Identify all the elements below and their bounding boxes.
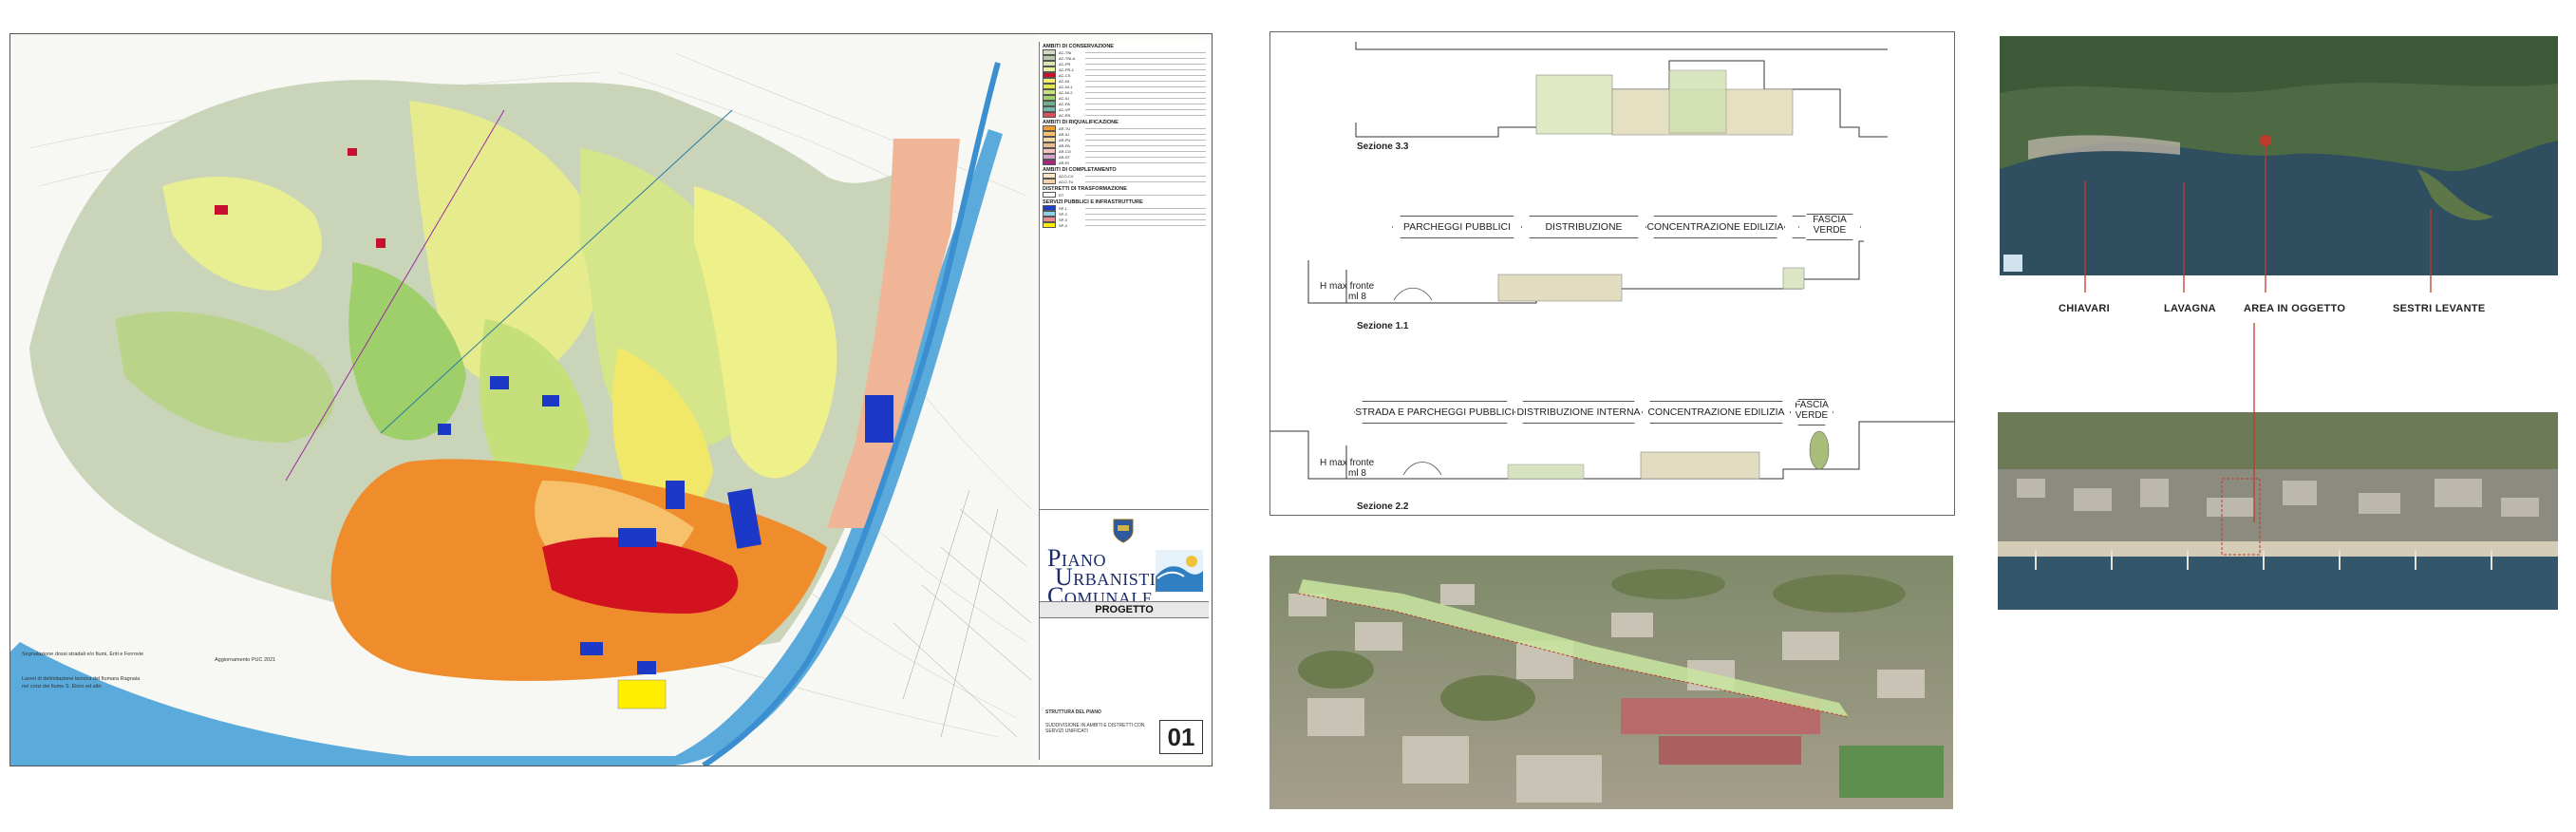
legend-description-line [1085, 85, 1206, 87]
legend-code: AR-ST [1059, 154, 1070, 160]
legend-code: AC-RS [1059, 112, 1071, 118]
legend-code: AR-IU [1059, 131, 1069, 137]
tag-fascia-verde-2: FASCIA VERDE [1790, 399, 1833, 425]
map-note-update: Aggiornamento PUC 2021 [215, 657, 276, 663]
legend-code: AC-NI-1 [1059, 84, 1073, 89]
legend-description-line [1085, 175, 1206, 177]
legend-description-line [1085, 194, 1206, 196]
map-note-2: Lavori di delimitazione tecnica del fium… [22, 676, 141, 682]
legend-description-line [1085, 63, 1206, 65]
legend-item: AC-RS [1043, 112, 1206, 118]
legend-code: AC-TNI [1059, 49, 1072, 55]
zoning-map [10, 34, 1039, 766]
place-chiavari: CHIAVARI [2059, 303, 2110, 314]
legend-description-line [1085, 180, 1206, 182]
legend-code: AC-CS [1059, 72, 1071, 78]
legend-code: AC-PR [1059, 61, 1071, 66]
title-block: PIANO URBANISTICO COMUNALE PROGETTO STRU… [1039, 509, 1209, 760]
legend-code: AC-VP [1059, 106, 1071, 112]
legend-description-line [1085, 133, 1206, 135]
place-lavagna: LAVAGNA [2164, 303, 2216, 314]
aerial-photo [1269, 556, 1953, 809]
legend-description-line [1085, 80, 1206, 82]
section-3-3-label: Sezione 3.3 [1357, 142, 1409, 152]
legend-description-line [1085, 97, 1206, 99]
legend-description-line [1085, 207, 1206, 209]
legend-code: AC-NI [1059, 78, 1069, 84]
legend-swatch [1043, 112, 1056, 118]
legend-item: SP-4 [1043, 222, 1206, 228]
legend-swatch [1043, 192, 1056, 198]
legend-item: DT [1043, 192, 1206, 198]
legend-code: AR-TU [1059, 125, 1071, 131]
legend-code: ACO-TU [1059, 179, 1074, 184]
plan-subtitle: STRUTTURA DEL PIANO [1045, 709, 1101, 715]
legend-description-line [1085, 144, 1206, 146]
legend-swatch [1043, 179, 1056, 184]
section-1-1-label: Sezione 1.1 [1357, 321, 1409, 331]
legend-description-line [1085, 161, 1206, 163]
legend-description-line [1085, 91, 1206, 93]
legend-description-line [1085, 114, 1206, 116]
legend-description-line [1085, 139, 1206, 141]
tag-parcheggi-pubblici: PARCHEGGI PUBBLICI [1392, 216, 1522, 238]
cross-sections-panel: Sezione 3.3 PARCHEGGI PUBBLICI DISTRIBUZ… [1269, 31, 1955, 516]
plan-description: SUDDIVISIONE IN AMBITI E DISTRETTI CON S… [1045, 723, 1145, 734]
legend-code: AC-TNI-A [1059, 55, 1076, 61]
legend-description-line [1085, 127, 1206, 129]
area-marker-icon [2260, 135, 2271, 146]
hmax-label-2: H max fronte ml 8 [1320, 458, 1375, 479]
map-note-1: Segnalazione dossi stradali e/o fiumi, E… [22, 652, 144, 657]
legend-code: SP-3 [1059, 217, 1067, 222]
tag-fascia-verde-1: FASCIA VERDE [1798, 214, 1861, 240]
legend-code: ACO-CV [1059, 173, 1074, 179]
tag-distribuzione-interna-2: DISTRIBUZIONE INTERNA [1514, 401, 1643, 424]
legend-description-line [1085, 68, 1206, 70]
legend-code: AR-PU [1059, 137, 1071, 142]
legend-description-line [1085, 57, 1206, 59]
legend-description-line [1085, 218, 1206, 220]
legend-item: ACO-TU [1043, 179, 1206, 184]
legend-code: AC-PA [1059, 101, 1070, 106]
coat-of-arms-icon [1113, 519, 1134, 543]
legend-description-line [1085, 213, 1206, 215]
legend-description-line [1085, 150, 1206, 152]
location-connectors [2084, 135, 2432, 522]
place-sestri-levante: SESTRI LEVANTE [2393, 303, 2486, 314]
hmax-label-1: H max fronte ml 8 [1320, 281, 1375, 302]
legend-item: AR-RI [1043, 160, 1206, 165]
legend-code: AR-PA [1059, 142, 1070, 148]
sheet-number: 01 [1159, 720, 1203, 754]
legend-code: SP-2 [1059, 211, 1067, 217]
legend-description-line [1085, 51, 1206, 53]
legend-code: AR-RI [1059, 160, 1069, 165]
tag-concentrazione-edilizia-2: CONCENTRAZIONE EDILIZIA [1642, 401, 1791, 424]
section-title: PROGETTO [1040, 601, 1209, 618]
legend-description-line [1085, 74, 1206, 76]
legend-code: SP-1 [1059, 205, 1067, 211]
puc-map-sheet: AMBITI DI CONSERVAZIONE AC-TNI AC-TNI-A AC-… [9, 33, 1213, 766]
legend-swatch [1043, 222, 1056, 228]
tag-distribuzione-interna-1: DISTRIBUZIONE INTERNA [1521, 216, 1646, 238]
tag-concentrazione-edilizia-1: CONCENTRAZIONE EDILIZIA [1645, 216, 1785, 238]
legend-code: AC-NI-2 [1059, 89, 1073, 95]
legend-code: SP-4 [1059, 222, 1067, 228]
legend-code: DT [1059, 192, 1064, 198]
aerial-photo-image [1269, 556, 1953, 809]
place-area-in-oggetto: AREA IN OGGETTO [2244, 303, 2346, 314]
legend-description-line [1085, 156, 1206, 158]
tag-strada-parcheggi: STRADA E PARCHEGGI PUBBLICI [1354, 401, 1515, 424]
legend-description-line [1085, 224, 1206, 226]
legend-code: AC-PR-1 [1059, 66, 1075, 72]
legend-code: AC-IU [1059, 95, 1069, 101]
section-2-2-label: Sezione 2.2 [1357, 501, 1409, 512]
legend-code: AR-CO [1059, 148, 1071, 154]
sections-drawing [1270, 42, 1954, 480]
legend-swatch [1043, 160, 1056, 165]
legend-description-line [1085, 108, 1206, 110]
wave-logo-icon [1156, 550, 1203, 592]
map-note-3: nei corsi dei fiume S. Eloro ed altri [22, 684, 102, 690]
